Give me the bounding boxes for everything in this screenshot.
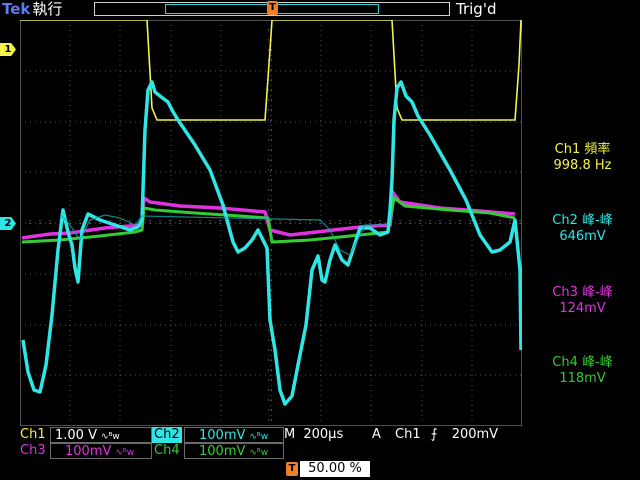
trigger-position-icon: T [286, 462, 298, 476]
timebase-value: 200µs [303, 427, 344, 442]
run-state: 執行 [32, 0, 63, 18]
top-status-bar: Tek 執行 T Trig'd [0, 0, 640, 20]
ch2-label[interactable]: Ch2 [152, 427, 182, 443]
measurement-label: Ch1 頻率 [554, 142, 611, 157]
bandwidth-limit-icon: ∿ᴮw [115, 448, 135, 458]
bandwidth-limit-icon: ∿ᴮw [100, 432, 120, 442]
measurement-ch3-pk-pk: Ch3 峰-峰 124mV [525, 285, 640, 317]
measurement-label: Ch4 峰-峰 [552, 355, 613, 370]
ch4-settings[interactable]: 100mV ∿ᴮw [184, 443, 284, 459]
bottom-status-bar: Ch1 1.00 V ∿ᴮw Ch2 100mV ∿ᴮw M 200µs A Ch1… [0, 426, 640, 480]
measurement-ch1-frequency: Ch1 頻率 998.8 Hz [525, 142, 640, 174]
bandwidth-limit-icon: ∿ᴮw [249, 432, 269, 442]
ch2-settings[interactable]: 100mV ∿ᴮw [184, 427, 284, 443]
waveform-display[interactable] [20, 20, 522, 426]
measurement-label: Ch2 峰-峰 [552, 213, 613, 228]
ch3-settings[interactable]: 100mV ∿ᴮw [50, 443, 152, 459]
brand-text: Tek [2, 0, 31, 18]
trigger-source: Ch1 [395, 427, 421, 442]
ch3-scale: 100mV [65, 444, 112, 459]
measurement-value: 124mV [559, 301, 606, 316]
ch1-label[interactable]: Ch1 [18, 427, 48, 443]
trigger-mode: A [372, 427, 381, 442]
timebase-mode: M [284, 427, 296, 442]
ch2-scale: 100mV [199, 428, 246, 443]
measurement-value: 646mV [559, 229, 606, 244]
trigger-settings[interactable]: A Ch1 ⨍ 200mV [372, 427, 498, 443]
measurement-value: 118mV [559, 371, 606, 386]
waveform-graticule [20, 20, 522, 426]
trigger-position-value[interactable]: 50.00 % [300, 461, 370, 477]
bandwidth-limit-icon: ∿ᴮw [249, 448, 269, 458]
brand-logo: Tek 執行 [2, 0, 62, 18]
measurement-ch2-pk-pk: Ch2 峰-峰 646mV [525, 213, 640, 245]
trigger-point-marker: T [267, 1, 278, 15]
trigger-status: Trig'd [456, 0, 497, 18]
measurement-value: 998.8 Hz [553, 158, 612, 173]
rising-edge-icon: ⨍ [430, 427, 438, 442]
ch3-label[interactable]: Ch3 [18, 443, 48, 459]
ch1-ground-marker[interactable]: 1 [0, 43, 16, 56]
ch1-scale: 1.00 V [55, 428, 97, 443]
ch2-ground-marker[interactable]: 2 [0, 217, 16, 230]
measurement-label: Ch3 峰-峰 [552, 285, 613, 300]
measurement-ch4-pk-pk: Ch4 峰-峰 118mV [525, 355, 640, 387]
timebase[interactable]: M 200µs [284, 427, 343, 443]
ch4-label[interactable]: Ch4 [152, 443, 182, 459]
trigger-level: 200mV [451, 427, 499, 442]
ch1-settings[interactable]: 1.00 V ∿ᴮw [50, 427, 152, 443]
ch4-scale: 100mV [199, 444, 246, 459]
